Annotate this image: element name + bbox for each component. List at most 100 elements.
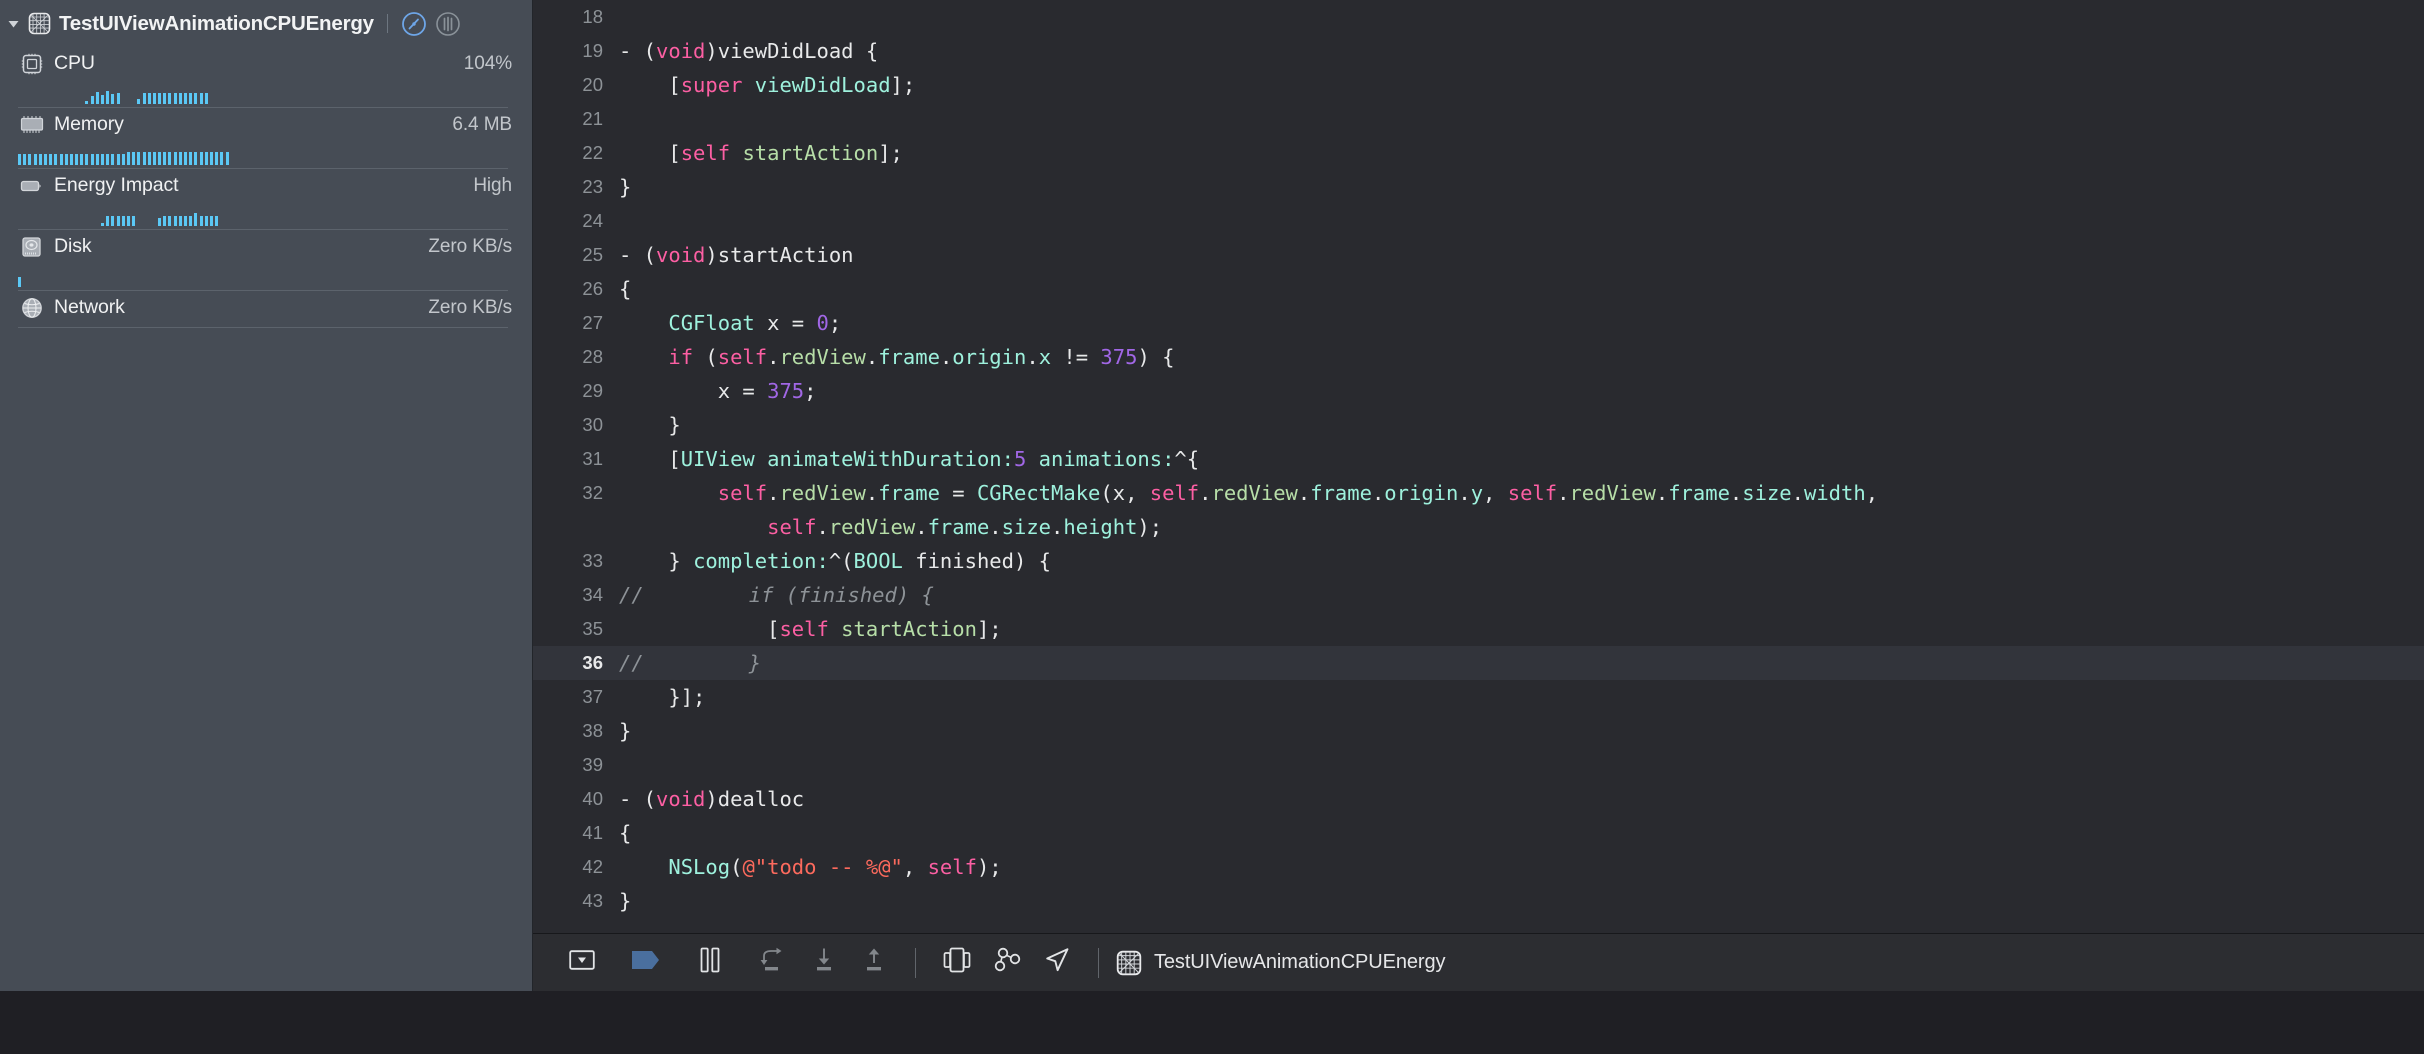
code-line[interactable]: 19- (void)viewDidLoad { — [533, 34, 2424, 68]
code-line[interactable]: 26 { — [533, 272, 2424, 306]
step-over-icon — [760, 947, 788, 978]
token-plain: ; — [828, 311, 842, 335]
simulate-location-button[interactable] — [1032, 941, 1082, 985]
sparkline-memory — [0, 141, 522, 165]
token-plain: - ( — [619, 39, 657, 63]
token-num: 375 — [767, 379, 805, 403]
code-line[interactable]: 18 — [533, 0, 2424, 34]
view-hierarchy-icon — [943, 947, 971, 978]
debug-memory-graph-button[interactable] — [982, 941, 1032, 985]
code-line[interactable]: 33 } completion:^(BOOL finished) { — [533, 544, 2424, 578]
code-line[interactable]: 21 — [533, 102, 2424, 136]
code-text: } — [650, 646, 761, 680]
memory-graph-icon — [992, 947, 1022, 978]
token-cls: size — [1001, 515, 1052, 539]
navigator-header[interactable]: TestUIViewAnimationCPUEnergy — [0, 0, 532, 47]
token-plain: != — [1051, 345, 1101, 369]
code-line[interactable]: 28 if (self.redView.frame.origin.x != 37… — [533, 340, 2424, 374]
gauge-row-memory[interactable]: Memory 6.4 MB — [0, 108, 532, 169]
gauge-row-cpu[interactable]: CPU 104% — [0, 47, 532, 108]
token-plain: , — [902, 855, 928, 879]
disclosure-triangle-open-icon[interactable] — [4, 15, 22, 33]
pause-button[interactable] — [685, 941, 735, 985]
hide-debug-area-button[interactable] — [557, 941, 607, 985]
line-number: 20 — [582, 74, 603, 95]
gauge-row-energy-impact[interactable]: Energy Impact High — [0, 169, 532, 230]
gauge-value-energy-impact: High — [473, 174, 512, 196]
token-plain: . — [1199, 481, 1212, 505]
comment-marker: // — [619, 651, 644, 675]
code-line[interactable]: 23} — [533, 170, 2424, 204]
code-line[interactable]: 24 — [533, 204, 2424, 238]
window-bottom-filler — [0, 991, 2424, 1054]
line-number: 31 — [582, 448, 603, 469]
toolbar-divider — [1098, 947, 1099, 978]
token-k: void — [656, 787, 706, 811]
token-k: self — [779, 617, 829, 641]
code-line[interactable]: 34 // if (finished) { — [533, 578, 2424, 612]
token-plain: . — [865, 481, 879, 505]
code-line[interactable]: 31 [UIView animateWithDuration:5 animati… — [533, 442, 2424, 476]
code-line[interactable]: 39 — [533, 748, 2424, 782]
code-line[interactable]: 25- (void)startAction — [533, 238, 2424, 272]
source-code-editor[interactable]: 18 19- (void)viewDidLoad {20 [super viewD… — [533, 0, 2424, 933]
code-text: } — [603, 714, 631, 748]
network-globe-icon — [18, 297, 45, 318]
token-plain: . — [1791, 481, 1804, 505]
token-k: void — [656, 243, 706, 267]
token-prop: startAction — [742, 141, 879, 165]
debug-process-indicator[interactable]: TestUIViewAnimationCPUEnergy — [1115, 949, 1446, 977]
line-number: 24 — [582, 210, 603, 231]
code-line[interactable]: 41 { — [533, 816, 2424, 850]
code-line[interactable]: 43} — [533, 884, 2424, 918]
line-number: 37 — [582, 686, 603, 707]
token-cls: frame — [1310, 481, 1372, 505]
token-prop: redView — [1569, 481, 1656, 505]
code-line[interactable]: 32 self.redView.frame = CGRectMake(x, se… — [533, 476, 2424, 510]
code-line[interactable]: 38} — [533, 714, 2424, 748]
token-k: self — [680, 141, 731, 165]
token-cls: width — [1803, 481, 1866, 505]
gauge-label-network: Network — [54, 296, 125, 318]
cpu-chip-icon — [18, 53, 45, 74]
page-title: TestUIViewAnimationCPUEnergy — [59, 11, 374, 35]
token-plain: x = — [754, 311, 817, 335]
code-line[interactable]: 37 }]; — [533, 680, 2424, 714]
hide-debug-area-icon — [569, 949, 595, 976]
token-prop: redView — [1211, 481, 1298, 505]
pause-icon — [699, 947, 721, 978]
token-k: self — [1507, 481, 1558, 505]
token-plain: ( — [730, 855, 743, 879]
code-text: self.redView.frame = CGRectMake(x, self.… — [603, 476, 1878, 510]
gauge-row-network[interactable]: Network Zero KB/s — [0, 291, 532, 328]
token-plain: . — [1458, 481, 1471, 505]
token-plain: { — [619, 277, 632, 301]
debug-view-hierarchy-button[interactable] — [932, 941, 982, 985]
code-line[interactable]: 20 [super viewDidLoad]; — [533, 68, 2424, 102]
code-line[interactable]: 22 [self startAction]; — [533, 136, 2424, 170]
code-line[interactable]: 29 x = 375; — [533, 374, 2424, 408]
token-plain: [ — [619, 617, 780, 641]
token-plain: ]; — [890, 73, 916, 97]
token-plain: . — [865, 345, 879, 369]
token-plain: . — [1729, 481, 1743, 505]
code-line[interactable]: 27 CGFloat x = 0; — [533, 306, 2424, 340]
code-line[interactable]: 30 } — [533, 408, 2424, 442]
gauges-view-button[interactable] — [400, 9, 429, 38]
activate-breakpoints-button[interactable] — [621, 941, 671, 985]
code-line[interactable]: 35 [self startAction]; — [533, 612, 2424, 646]
token-cls: origin — [952, 345, 1027, 369]
code-line[interactable]: 36 // } — [533, 646, 2424, 680]
code-line[interactable]: 40- (void)dealloc — [533, 782, 2424, 816]
token-plain: } — [619, 175, 632, 199]
main-split: TestUIViewAnimationCPUEnergy CPU 104% Me… — [0, 0, 2424, 991]
token-plain: = — [939, 481, 977, 505]
memory-chip-icon — [18, 114, 45, 135]
code-text: - (void)dealloc — [603, 782, 804, 816]
reports-view-button[interactable] — [434, 9, 463, 38]
code-line[interactable]: 42 NSLog(@"todo -- %@", self); — [533, 850, 2424, 884]
code-line[interactable]: self.redView.frame.size.height); — [533, 510, 2424, 544]
gauge-row-disk[interactable]: Disk Zero KB/s — [0, 230, 532, 291]
